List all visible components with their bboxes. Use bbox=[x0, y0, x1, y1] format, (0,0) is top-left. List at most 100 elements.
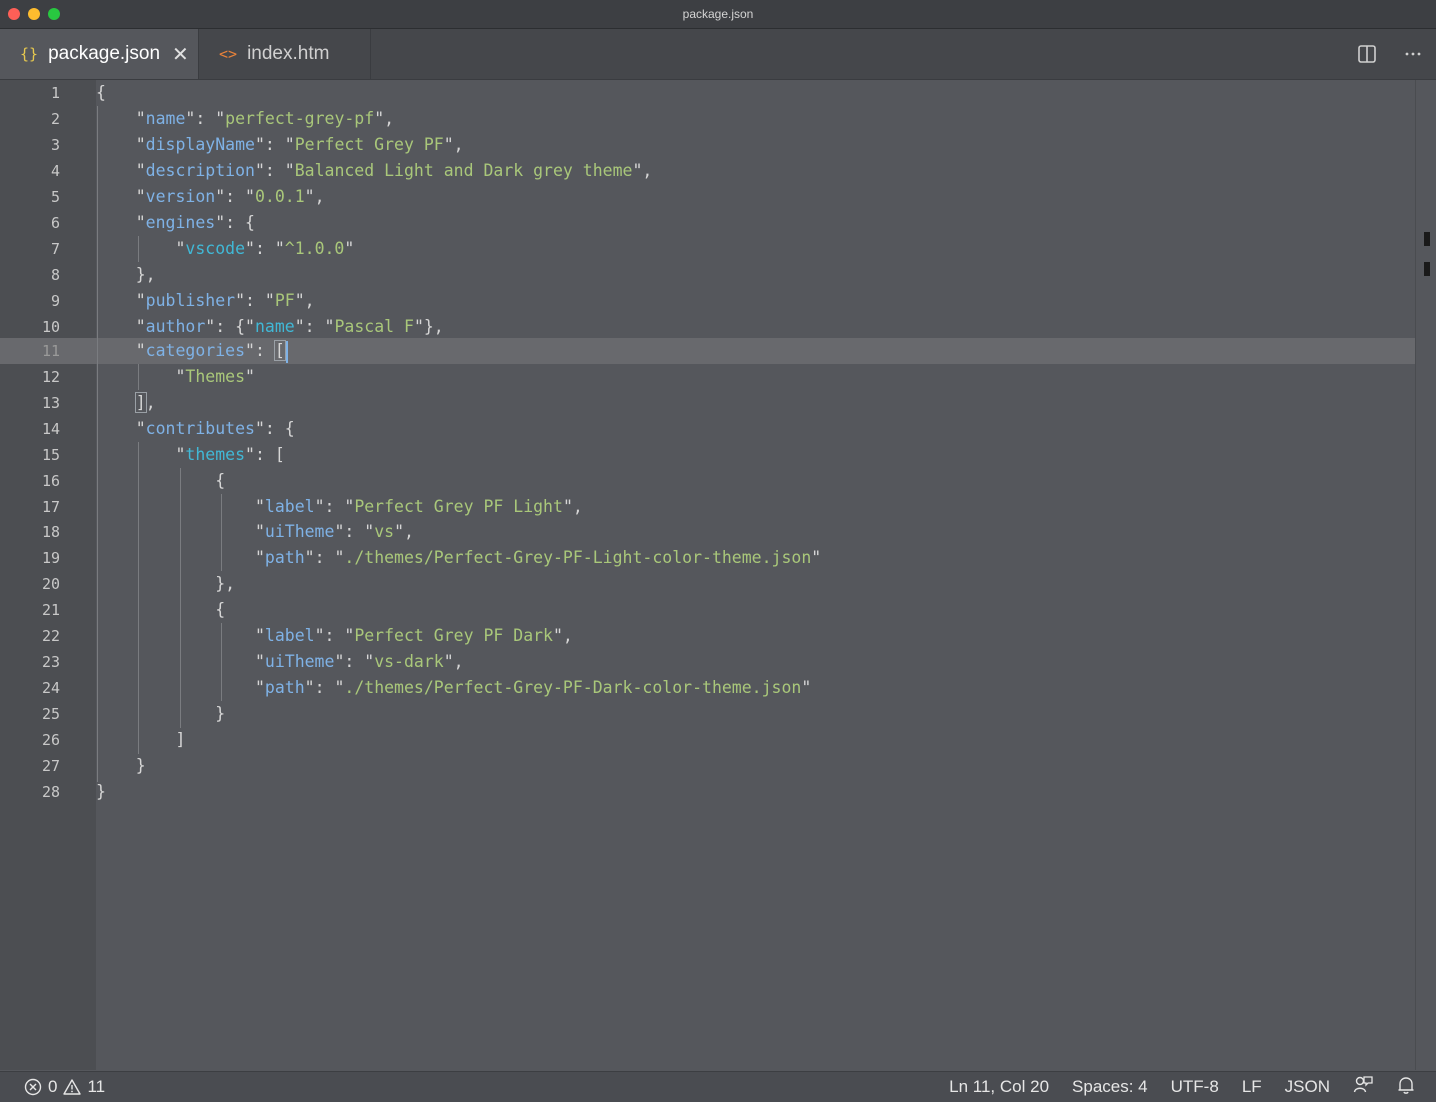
json-key: publisher bbox=[145, 291, 236, 310]
split-editor-button[interactable] bbox=[1344, 29, 1390, 79]
json-key: path bbox=[264, 678, 305, 697]
indentation-setting[interactable]: Spaces: 4 bbox=[1072, 1077, 1148, 1097]
vertical-scrollbar[interactable] bbox=[1415, 80, 1436, 1070]
line-number: 12 bbox=[41, 368, 60, 386]
json-string: Balanced Light and Dark grey theme bbox=[294, 161, 633, 180]
line-number: 20 bbox=[41, 575, 60, 593]
editor-actions bbox=[1344, 29, 1436, 79]
json-string: Perfect Grey PF bbox=[294, 135, 444, 154]
file-encoding[interactable]: UTF-8 bbox=[1171, 1077, 1219, 1097]
line-number: 6 bbox=[50, 214, 60, 232]
json-string: ./themes/Perfect-Grey-PF-Light-color-the… bbox=[344, 548, 812, 567]
json-string: 0.0.1 bbox=[254, 187, 305, 206]
line-number: 16 bbox=[41, 472, 60, 490]
feedback-button[interactable] bbox=[1353, 1075, 1373, 1100]
line-number: 4 bbox=[50, 162, 60, 180]
line-number: 27 bbox=[41, 757, 60, 775]
tab-bar: {} package.json ✕ <> index.htm bbox=[0, 29, 1436, 80]
tab-index-htm[interactable]: <> index.htm bbox=[198, 29, 371, 79]
more-actions-button[interactable] bbox=[1390, 29, 1436, 79]
close-icon[interactable]: ✕ bbox=[172, 42, 189, 67]
line-number: 28 bbox=[41, 783, 60, 801]
json-string: PF bbox=[274, 291, 295, 310]
notifications-button[interactable] bbox=[1396, 1075, 1416, 1100]
json-string: ^1.0.0 bbox=[284, 239, 345, 258]
error-count: 0 bbox=[48, 1077, 58, 1096]
line-number: 14 bbox=[41, 420, 60, 438]
window-title: package.json bbox=[682, 7, 754, 21]
line-number: 22 bbox=[41, 627, 60, 645]
code-line: "uiTheme": "vs-dark", bbox=[96, 652, 464, 671]
json-string: perfect-grey-pf bbox=[225, 109, 375, 128]
json-key: author bbox=[145, 317, 206, 336]
line-number: 13 bbox=[41, 394, 60, 412]
json-key: name bbox=[254, 317, 295, 336]
overview-ruler-mark bbox=[1424, 232, 1430, 246]
json-key: name bbox=[145, 109, 186, 128]
code-line: { bbox=[96, 83, 106, 102]
tab-label: index.htm bbox=[247, 43, 330, 64]
line-number: 23 bbox=[41, 653, 60, 671]
json-key: label bbox=[264, 626, 315, 645]
line-number: 2 bbox=[50, 110, 60, 128]
json-key: uiTheme bbox=[264, 522, 335, 541]
line-number: 15 bbox=[41, 446, 60, 464]
tab-label: package.json bbox=[48, 43, 161, 64]
code-line: "uiTheme": "vs", bbox=[96, 522, 414, 541]
end-of-line[interactable]: LF bbox=[1242, 1077, 1262, 1097]
code-line: "publisher": "PF", bbox=[96, 291, 315, 310]
code-line: }, bbox=[96, 574, 236, 593]
code-line: } bbox=[96, 782, 106, 801]
json-string: vs-dark bbox=[374, 652, 444, 671]
json-key: uiTheme bbox=[264, 652, 335, 671]
code-editor[interactable] bbox=[96, 80, 1416, 1070]
code-line: { bbox=[96, 471, 226, 490]
json-string: Pascal F bbox=[334, 317, 414, 336]
ellipsis-icon bbox=[1405, 52, 1421, 56]
tab-package-json[interactable]: {} package.json ✕ bbox=[0, 29, 198, 79]
code-line: }, bbox=[96, 265, 156, 284]
code-line: "author": {"name": "Pascal F"}, bbox=[96, 317, 444, 336]
warning-count: 11 bbox=[87, 1077, 106, 1096]
line-number: 17 bbox=[41, 498, 60, 516]
split-editor-icon bbox=[1358, 45, 1376, 63]
error-icon bbox=[24, 1078, 42, 1096]
code-line: "label": "Perfect Grey PF Dark", bbox=[96, 626, 573, 645]
line-number: 10 bbox=[41, 318, 60, 336]
line-number-current: 11 bbox=[41, 342, 60, 360]
json-key: vscode bbox=[185, 239, 246, 258]
json-string: ./themes/Perfect-Grey-PF-Dark-color-them… bbox=[344, 678, 802, 697]
json-key: contributes bbox=[145, 419, 255, 438]
line-number: 3 bbox=[50, 136, 60, 154]
line-number: 21 bbox=[41, 601, 60, 619]
line-number: 24 bbox=[41, 679, 60, 697]
code-line: "path": "./themes/Perfect-Grey-PF-Light-… bbox=[96, 548, 822, 567]
code-line: "description": "Balanced Light and Dark … bbox=[96, 161, 653, 180]
line-number: 5 bbox=[50, 188, 60, 206]
title-bar: package.json bbox=[0, 0, 1436, 29]
json-string: Themes bbox=[185, 367, 246, 386]
code-line: } bbox=[96, 756, 146, 775]
json-key: categories bbox=[145, 341, 246, 360]
overview-ruler-mark bbox=[1424, 262, 1430, 276]
line-number: 19 bbox=[41, 549, 60, 567]
code-line: "engines": { bbox=[96, 213, 255, 232]
cursor-position[interactable]: Ln 11, Col 20 bbox=[949, 1077, 1049, 1097]
line-number: 8 bbox=[50, 266, 60, 284]
line-number: 7 bbox=[50, 240, 60, 258]
code-line: } bbox=[96, 704, 226, 723]
code-line-current: "categories": [ bbox=[96, 338, 288, 364]
json-string: Perfect Grey PF Light bbox=[354, 497, 563, 516]
json-key: label bbox=[264, 497, 315, 516]
json-key: displayName bbox=[145, 135, 255, 154]
problems-indicator[interactable]: 0 11 bbox=[24, 1072, 105, 1102]
language-mode[interactable]: JSON bbox=[1285, 1077, 1330, 1097]
json-string: vs bbox=[374, 522, 395, 541]
warning-icon bbox=[63, 1079, 82, 1095]
json-braces-icon: {} bbox=[20, 45, 39, 63]
json-key: path bbox=[264, 548, 305, 567]
code-line: { bbox=[96, 600, 226, 619]
code-line: "vscode": "^1.0.0" bbox=[96, 239, 355, 258]
json-string: Perfect Grey PF Dark bbox=[354, 626, 553, 645]
text-cursor bbox=[285, 340, 288, 363]
